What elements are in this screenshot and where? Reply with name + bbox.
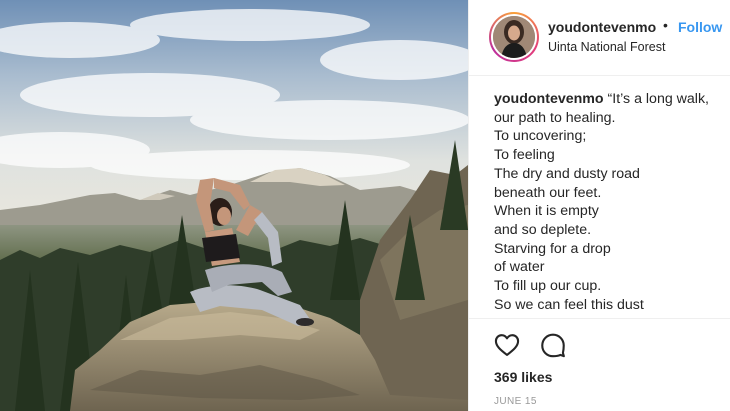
- username-link[interactable]: youdontevenmo: [548, 19, 656, 35]
- mountain-yoga-photo: [0, 0, 468, 411]
- post-photo[interactable]: [0, 0, 468, 411]
- caption-line: our path to healing.: [494, 109, 616, 126]
- separator-dot: •: [663, 17, 668, 33]
- caption-line: The dry and dusty road: [494, 165, 640, 182]
- likes-count[interactable]: 369 likes: [494, 369, 552, 385]
- avatar-image: [493, 16, 535, 58]
- caption-line: Starving for a drop: [494, 240, 611, 257]
- comment-bubble-icon[interactable]: [539, 331, 567, 359]
- post-sidebar: youdontevenmo • Follow Uinta National Fo…: [468, 0, 730, 411]
- location-link[interactable]: Uinta National Forest: [548, 40, 665, 54]
- avatar[interactable]: [489, 12, 539, 62]
- heart-icon[interactable]: [493, 331, 521, 359]
- caption-line: and so deplete.: [494, 221, 592, 238]
- caption-line: When it is empty: [494, 203, 599, 220]
- caption-line: To feeling: [494, 147, 555, 164]
- caption-line: settle: [494, 315, 528, 316]
- caption-line: of water: [494, 259, 545, 276]
- caption-line: To uncovering;: [494, 128, 587, 145]
- caption: youdontevenmo “It’s a long walk, our pat…: [494, 90, 726, 316]
- caption-username[interactable]: youdontevenmo: [494, 91, 604, 107]
- caption-line: So we can feel this dust: [494, 296, 644, 313]
- post-date[interactable]: JUNE 15: [494, 396, 537, 407]
- follow-button[interactable]: Follow: [678, 19, 722, 35]
- caption-line: “It’s a long walk,: [607, 91, 709, 107]
- post-header: youdontevenmo • Follow Uinta National Fo…: [469, 0, 730, 76]
- caption-line: beneath our feet.: [494, 184, 602, 201]
- caption-line: To fill up our cup.: [494, 278, 602, 295]
- actions-bar: 369 likes JUNE 15: [469, 318, 730, 411]
